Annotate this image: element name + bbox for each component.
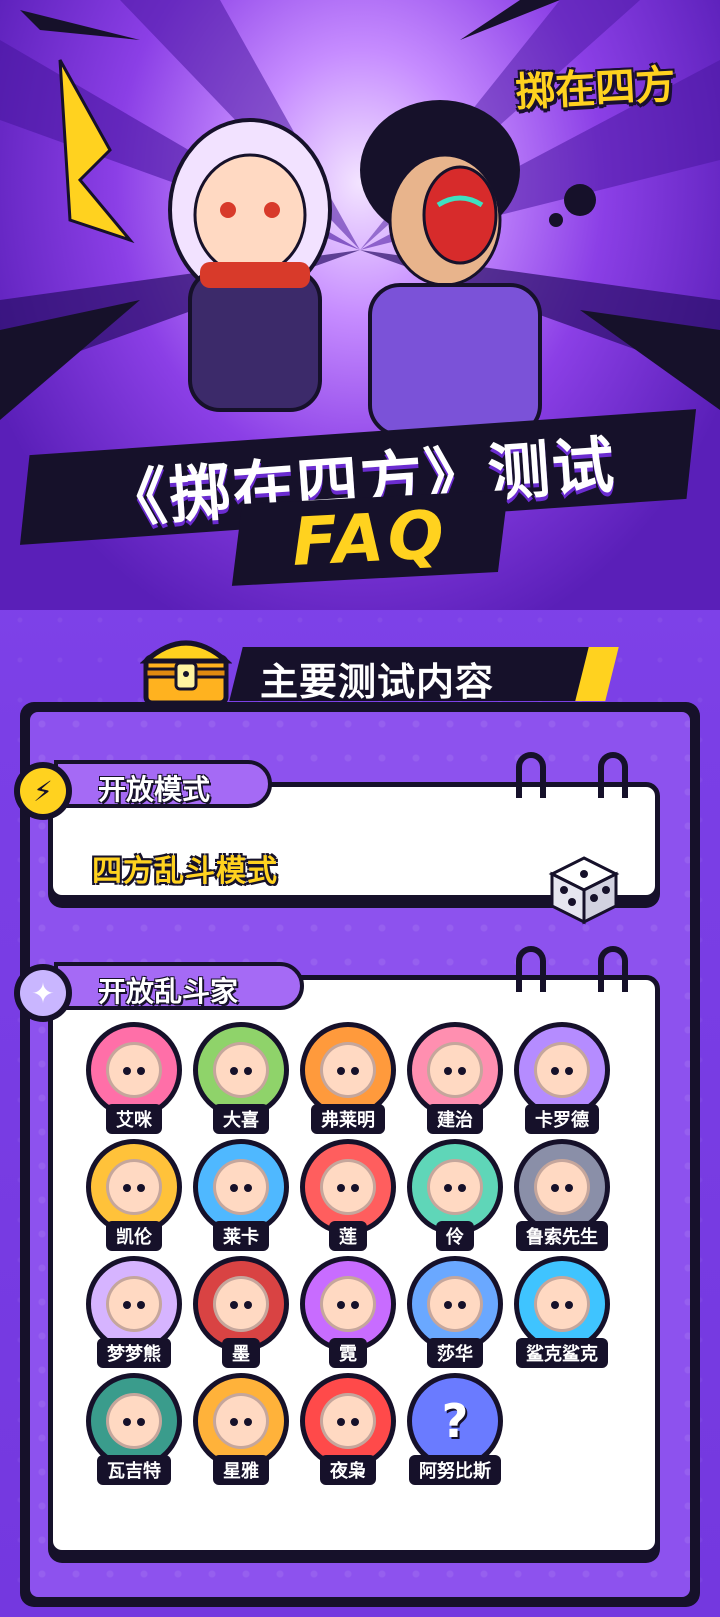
fighter-portrait-icon (320, 1042, 376, 1098)
fighter-name: 艾咪 (106, 1104, 162, 1134)
fighter-name: 莱卡 (213, 1221, 269, 1251)
fighter-card[interactable]: 大喜 (189, 1022, 293, 1134)
fighter-name: 墨 (222, 1338, 260, 1368)
fighter-portrait-icon (427, 1159, 483, 1215)
fighters-label: 开放乱斗家 (98, 975, 239, 1008)
fighter-card[interactable]: 卡罗德 (510, 1022, 614, 1134)
fighter-name: 莲 (329, 1221, 367, 1251)
page-subtitle-faq: FAQ (290, 495, 450, 582)
fighter-card[interactable]: 夜枭 (296, 1373, 400, 1485)
fighter-card[interactable]: 莎华 (403, 1256, 507, 1368)
fighter-portrait-icon (534, 1276, 590, 1332)
fighter-card[interactable]: 艾咪 (82, 1022, 186, 1134)
fighter-name: 鲨克鲨克 (516, 1338, 608, 1368)
fighter-portrait-icon (534, 1159, 590, 1215)
fighter-name: 星雅 (213, 1455, 269, 1485)
fighter-card[interactable]: 霓 (296, 1256, 400, 1368)
fighter-portrait-icon (106, 1042, 162, 1098)
fighter-card[interactable]: 伶 (403, 1139, 507, 1251)
fighter-card[interactable]: 墨 (189, 1256, 293, 1368)
open-modes-tag: 开放模式 (54, 760, 272, 808)
fighter-card[interactable]: 莱卡 (189, 1139, 293, 1251)
fighter-portrait-icon (320, 1276, 376, 1332)
lightning-icon: ⚡ (14, 762, 72, 820)
fighter-name: 卡罗德 (525, 1104, 599, 1134)
fighter-name: 建治 (427, 1104, 483, 1134)
fighter-name: 弗莱明 (311, 1104, 385, 1134)
fighter-card[interactable]: ? 阿努比斯 (403, 1373, 507, 1485)
open-modes-label: 开放模式 (98, 773, 211, 806)
fighter-portrait-icon (106, 1159, 162, 1215)
sparkle-icon: ✦ (14, 964, 72, 1022)
fighter-card[interactable]: 瓦吉特 (82, 1373, 186, 1485)
fighter-card[interactable]: 凯伦 (82, 1139, 186, 1251)
hero-banner: 掷在四方 《掷在四方》测试 FAQ (0, 0, 720, 610)
fighter-portrait-icon (427, 1042, 483, 1098)
fighter-portrait-icon (320, 1393, 376, 1449)
fighter-name: 莎华 (427, 1338, 483, 1368)
fighter-name: 梦梦熊 (97, 1338, 171, 1368)
fighter-card[interactable]: 星雅 (189, 1373, 293, 1485)
binder-ring-icon (516, 946, 546, 992)
fighter-name: 大喜 (213, 1104, 269, 1134)
fighter-name: 凯伦 (106, 1221, 162, 1251)
fighter-name: 瓦吉特 (97, 1455, 171, 1485)
fighter-name: 夜枭 (320, 1455, 376, 1485)
mode-name: 四方乱斗模式 (92, 854, 278, 889)
fighter-portrait-icon (213, 1159, 269, 1215)
fighter-card[interactable]: 鲁索先生 (510, 1139, 614, 1251)
fighter-name: 伶 (436, 1221, 474, 1251)
section-header: 主要测试内容 (140, 625, 600, 713)
binder-ring-icon (598, 752, 628, 798)
treasure-chest-icon (140, 640, 232, 706)
fighter-portrait-icon (320, 1159, 376, 1215)
fighter-portrait-icon (213, 1393, 269, 1449)
fighter-card[interactable]: 梦梦熊 (82, 1256, 186, 1368)
fighter-portrait-icon (213, 1042, 269, 1098)
fighter-name: 霓 (329, 1338, 367, 1368)
fighter-name: 阿努比斯 (409, 1455, 501, 1485)
fighter-portrait-icon (427, 1276, 483, 1332)
fighter-portrait-icon (534, 1042, 590, 1098)
fighter-card[interactable]: 弗莱明 (296, 1022, 400, 1134)
dice-icon (548, 856, 620, 925)
fighter-portrait-icon (106, 1276, 162, 1332)
fighter-card[interactable]: 莲 (296, 1139, 400, 1251)
faq-page: 掷在四方 《掷在四方》测试 FAQ 主要测试内容 开放模式 ⚡ 四方乱斗模式 开… (0, 0, 720, 1617)
fighter-portrait-icon (213, 1276, 269, 1332)
game-logo: 掷在四方 (508, 44, 681, 123)
section-title: 主要测试内容 (260, 660, 495, 704)
binder-ring-icon (516, 752, 546, 798)
binder-ring-icon (598, 946, 628, 992)
fighter-card[interactable]: 鲨克鲨克 (510, 1256, 614, 1368)
fighter-portrait-icon (106, 1393, 162, 1449)
fighter-name: 鲁索先生 (516, 1221, 608, 1251)
question-mark-icon: ? (441, 1394, 469, 1448)
logo-text: 掷在四方 (514, 61, 677, 117)
fighter-card[interactable]: 建治 (403, 1022, 507, 1134)
fighters-tag: 开放乱斗家 (54, 962, 304, 1010)
